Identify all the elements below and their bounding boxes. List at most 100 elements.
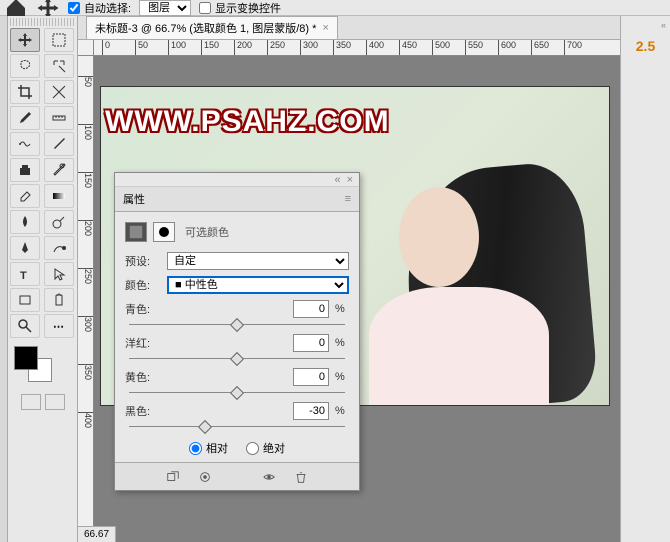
quickmask-mode-icon[interactable] xyxy=(45,394,65,410)
close-panel-icon[interactable]: × xyxy=(347,174,353,186)
ruler-tick: 250 xyxy=(267,40,285,55)
show-transform-label: 显示变换控件 xyxy=(215,0,281,16)
home-icon[interactable] xyxy=(4,1,28,15)
zoom-level[interactable]: 66.67 xyxy=(78,526,116,542)
slice-tool[interactable] xyxy=(44,80,74,104)
rectangle-tool[interactable] xyxy=(10,288,40,312)
collapse-icon[interactable]: « xyxy=(625,20,666,30)
slider-track[interactable] xyxy=(129,388,345,398)
dodge-tool[interactable] xyxy=(44,210,74,234)
path-select-tool[interactable] xyxy=(44,262,74,286)
visibility-icon[interactable] xyxy=(260,469,278,485)
slider-thumb[interactable] xyxy=(198,420,212,434)
healing-brush-tool[interactable] xyxy=(10,132,40,156)
ruler-tick: 350 xyxy=(333,40,351,55)
slider-row: 洋红: % xyxy=(125,334,349,364)
reset-icon[interactable] xyxy=(228,469,246,485)
slider-value-input[interactable] xyxy=(293,334,329,352)
color-swatches[interactable] xyxy=(10,346,75,386)
slider-value-input[interactable] xyxy=(293,368,329,386)
left-dock-strip xyxy=(0,16,8,542)
ruler-tool[interactable] xyxy=(44,106,74,130)
slider-track[interactable] xyxy=(129,320,345,330)
adjustment-icon[interactable] xyxy=(125,222,147,242)
ruler-tick: 200 xyxy=(78,220,93,236)
properties-panel: « × 属性 ≡ 可选颜色 预设: 自定 颜色: ■ 中性色 青色: % xyxy=(114,172,360,491)
blur-tool[interactable] xyxy=(10,210,40,234)
absolute-radio[interactable]: 绝对 xyxy=(246,440,285,456)
slider-label: 青色: xyxy=(125,301,161,317)
layer-target-dropdown[interactable]: 图层 xyxy=(139,0,191,16)
slider-value-input[interactable] xyxy=(293,402,329,420)
slider-thumb[interactable] xyxy=(230,318,244,332)
history-brush-tool[interactable] xyxy=(44,158,74,182)
mask-icon[interactable] xyxy=(153,222,175,242)
right-panel-value: 2.5 xyxy=(625,38,666,54)
pen-tool[interactable] xyxy=(10,236,40,260)
move-tool[interactable] xyxy=(10,28,40,52)
clone-stamp-tool[interactable] xyxy=(10,158,40,182)
options-bar: 自动选择: 图层 显示变换控件 xyxy=(0,0,670,16)
slider-thumb[interactable] xyxy=(230,352,244,366)
panel-footer xyxy=(115,462,359,490)
foreground-color-swatch[interactable] xyxy=(14,346,38,370)
ruler-tick: 50 xyxy=(135,40,148,55)
clip-to-layer-icon[interactable] xyxy=(164,469,182,485)
panel-grip[interactable] xyxy=(10,18,75,26)
move-tool-icon[interactable] xyxy=(36,1,60,15)
freeform-pen-tool[interactable] xyxy=(44,236,74,260)
percent-label: % xyxy=(335,405,349,417)
close-icon[interactable]: × xyxy=(322,22,328,34)
slider-row: 黑色: % xyxy=(125,402,349,432)
horizontal-ruler[interactable]: 0501001502002503003504004505005506006507… xyxy=(94,40,620,56)
ruler-tick: 650 xyxy=(531,40,549,55)
lasso-tool[interactable] xyxy=(10,54,40,78)
auto-select-label: 自动选择: xyxy=(84,0,131,16)
crop-tool[interactable] xyxy=(10,80,40,104)
ruler-tick: 50 xyxy=(78,76,93,87)
ruler-tick: 100 xyxy=(168,40,186,55)
type-tool[interactable]: T xyxy=(10,262,40,286)
marquee-tool[interactable] xyxy=(44,28,74,52)
hand-tool[interactable] xyxy=(44,288,74,312)
adjustment-name: 可选颜色 xyxy=(185,224,229,240)
ruler-tick: 200 xyxy=(234,40,252,55)
document-tab[interactable]: 未标题-3 @ 66.7% (选取颜色 1, 图层蒙版/8) * × xyxy=(86,16,338,39)
more-tools[interactable]: ⋯ xyxy=(44,314,74,338)
show-transform-checkbox[interactable]: 显示变换控件 xyxy=(199,0,281,16)
watermark-text: WWW.PSAHZ.COM xyxy=(105,105,390,139)
delete-icon[interactable] xyxy=(292,469,310,485)
previous-state-icon[interactable] xyxy=(196,469,214,485)
ruler-tick: 550 xyxy=(465,40,483,55)
preset-dropdown[interactable]: 自定 xyxy=(167,252,349,270)
zoom-tool[interactable] xyxy=(10,314,40,338)
gradient-tool[interactable] xyxy=(44,184,74,208)
eraser-tool[interactable] xyxy=(10,184,40,208)
ruler-origin[interactable] xyxy=(78,40,94,56)
photo-content xyxy=(339,127,589,406)
ruler-tick: 400 xyxy=(366,40,384,55)
panel-title: 属性 xyxy=(123,191,145,207)
ruler-tick: 700 xyxy=(564,40,582,55)
standard-mode-icon[interactable] xyxy=(21,394,41,410)
vertical-ruler[interactable]: 50100150200250300350400 xyxy=(78,56,94,542)
slider-track[interactable] xyxy=(129,422,345,432)
slider-row: 青色: % xyxy=(125,300,349,330)
ruler-tick: 400 xyxy=(78,412,93,428)
ruler-tick: 100 xyxy=(78,124,93,140)
panel-menu-icon[interactable]: ≡ xyxy=(345,193,351,205)
auto-select-checkbox[interactable]: 自动选择: xyxy=(68,0,131,16)
slider-thumb[interactable] xyxy=(230,386,244,400)
preset-label: 预设: xyxy=(125,253,161,269)
color-dropdown[interactable]: ■ 中性色 xyxy=(167,276,349,294)
ruler-tick: 450 xyxy=(399,40,417,55)
collapse-panel-icon[interactable]: « xyxy=(334,174,340,186)
ruler-tick: 500 xyxy=(432,40,450,55)
eyedropper-tool[interactable] xyxy=(10,106,40,130)
slider-value-input[interactable] xyxy=(293,300,329,318)
slider-track[interactable] xyxy=(129,354,345,364)
relative-radio[interactable]: 相对 xyxy=(189,440,228,456)
percent-label: % xyxy=(335,337,349,349)
brush-tool[interactable] xyxy=(44,132,74,156)
quick-select-tool[interactable] xyxy=(44,54,74,78)
